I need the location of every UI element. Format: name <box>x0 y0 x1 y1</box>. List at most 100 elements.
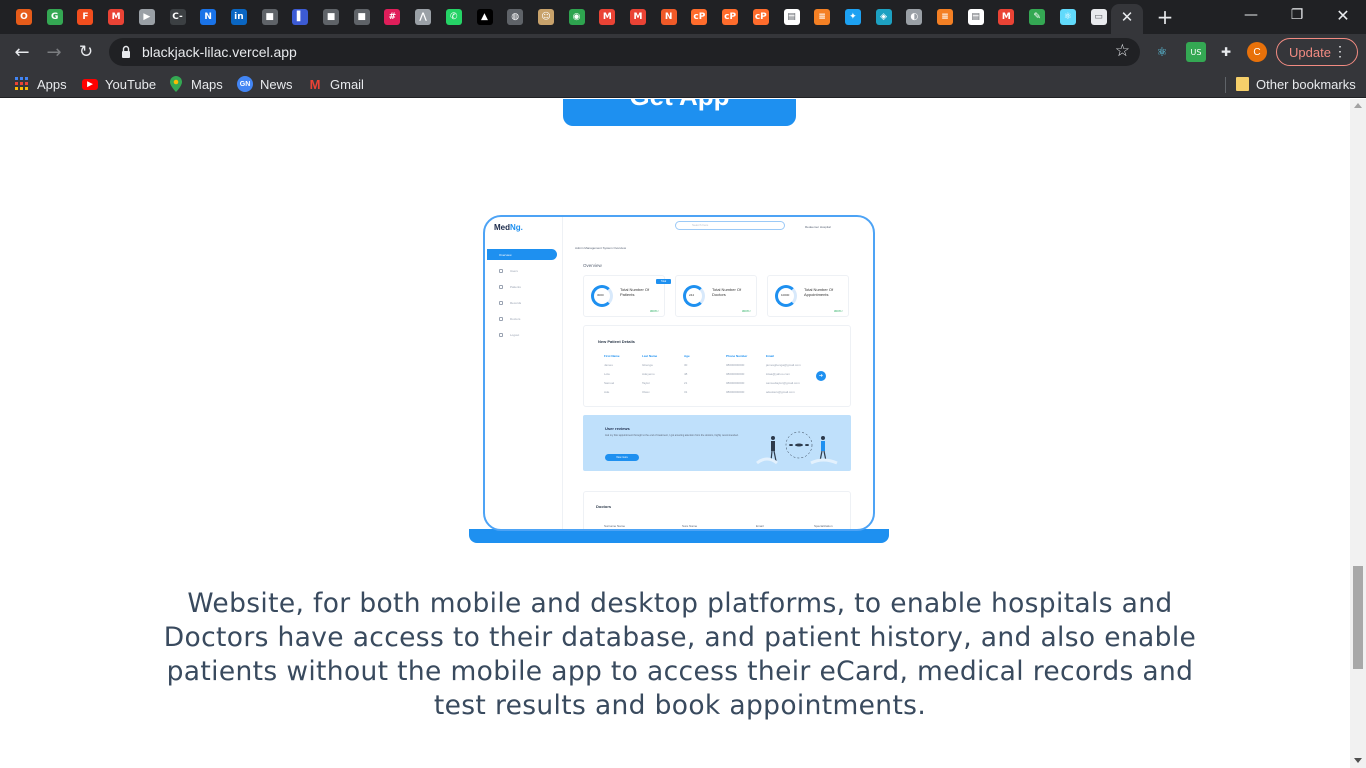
mockup-nav-overview: Overview <box>487 249 557 260</box>
mockup-table-cell: James <box>604 363 613 367</box>
browser-tab[interactable]: ⚛ <box>1057 6 1079 28</box>
browser-tab[interactable]: cP <box>688 6 710 28</box>
browser-tab[interactable]: M <box>596 6 618 28</box>
browser-tab[interactable]: G <box>44 6 66 28</box>
stackoverflow-icon: ≡ <box>814 9 831 25</box>
browser-tab[interactable]: # <box>381 6 403 28</box>
mockup-nav-label: Users <box>510 269 518 273</box>
mockup-overview-title: Overview <box>583 263 602 268</box>
mockup-table-header: Last Name <box>642 354 658 358</box>
browser-tab[interactable]: ◈ <box>873 6 895 28</box>
mockup-stat-label: Total Number Of Doctors <box>712 287 742 297</box>
page-scrollbar[interactable] <box>1350 99 1366 768</box>
minimize-window-button[interactable]: — <box>1228 0 1274 30</box>
maps-pin-icon <box>168 76 184 92</box>
restore-window-button[interactable]: ❐ <box>1274 0 1320 30</box>
mockup-nav-item: Patients <box>499 283 559 291</box>
browser-tab[interactable]: ■ <box>351 6 373 28</box>
browser-tab[interactable]: ☺ <box>535 6 557 28</box>
mockup-stat-label: Total Number Of Appointments <box>804 287 834 297</box>
react-devtools-icon[interactable]: ⚛ <box>1152 42 1172 62</box>
browser-tab[interactable]: C- <box>167 6 189 28</box>
browser-tab[interactable]: ▌ <box>289 6 311 28</box>
bookmark-maps[interactable]: Maps <box>168 75 223 93</box>
address-bar[interactable]: blackjack-lilac.vercel.app ☆ <box>109 38 1140 66</box>
browser-tab[interactable]: M <box>995 6 1017 28</box>
browser-tab[interactable]: N <box>197 6 219 28</box>
new-tab-button[interactable]: + <box>1153 5 1177 29</box>
browser-tab[interactable]: ≡ <box>934 6 956 28</box>
bookmark-label: News <box>260 76 293 92</box>
mockup-nav-icon <box>499 301 503 305</box>
menu-dots-icon[interactable]: ⋮ <box>1333 43 1347 60</box>
browser-tab[interactable]: in <box>228 6 250 28</box>
notion-n-icon: N <box>200 9 217 25</box>
mockup-nav-icon <box>499 269 503 273</box>
profile-avatar[interactable]: C <box>1247 42 1267 62</box>
scrollbar-thumb[interactable] <box>1353 566 1363 669</box>
browser-tab[interactable]: ■ <box>259 6 281 28</box>
globe-icon: ◍ <box>507 9 524 25</box>
mockup-table-cell: Olaxx <box>642 390 650 394</box>
browser-tab[interactable]: ■ <box>320 6 342 28</box>
reload-button[interactable]: ↻ <box>72 38 100 66</box>
mockup-table-cell: 08000000000 <box>726 390 745 394</box>
mockup-banner-button: View more <box>605 454 639 461</box>
scroll-up-arrow-icon[interactable] <box>1354 103 1362 108</box>
get-app-button[interactable]: Get App <box>563 99 796 126</box>
react-icon: ⚛ <box>1059 9 1076 25</box>
bookmark-gmail[interactable]: M Gmail <box>307 75 364 93</box>
browser-tab[interactable]: ◍ <box>504 6 526 28</box>
browser-tab[interactable]: M <box>105 6 127 28</box>
forward-button[interactable]: → <box>40 38 68 66</box>
browser-tab[interactable]: ▶ <box>136 6 158 28</box>
back-button[interactable]: ← <box>8 38 36 66</box>
browser-tab[interactable]: ▤ <box>965 6 987 28</box>
bookmark-youtube[interactable]: ▶ YouTube <box>82 75 156 93</box>
chrome-icon: G <box>46 9 63 25</box>
browser-tab[interactable]: cP <box>719 6 741 28</box>
browser-tab[interactable]: N <box>658 6 680 28</box>
bookmark-star-icon[interactable]: ☆ <box>1115 41 1130 61</box>
mockup-patient-table: New Patient Details ➜ First Name Last Nam… <box>583 325 851 407</box>
browser-tab[interactable]: cP <box>750 6 772 28</box>
browser-tab[interactable]: ✎ <box>1026 6 1048 28</box>
browser-tab[interactable]: ▤ <box>781 6 803 28</box>
close-window-button[interactable]: ✕ <box>1320 0 1366 30</box>
bookmark-other[interactable]: Other bookmarks <box>1236 75 1356 93</box>
mockup-table-title: New Patient Details <box>598 339 635 344</box>
mockup-review-banner: User reviews Ask my Doc appointment thro… <box>583 415 851 471</box>
close-tab-icon[interactable]: ✕ <box>1117 7 1137 27</box>
browser-tab[interactable]: ▭ <box>1088 6 1110 28</box>
browser-tab[interactable]: ◐ <box>903 6 925 28</box>
url-text[interactable]: blackjack-lilac.vercel.app <box>142 44 297 60</box>
browser-tab[interactable]: F <box>74 6 96 28</box>
mockup-stat-value: 3000 <box>597 293 604 297</box>
monkey-icon: ☺ <box>537 9 554 25</box>
leaf-icon: ✎ <box>1029 9 1046 25</box>
mockup-table-cell: 31 <box>684 390 688 394</box>
browser-tab[interactable]: ⋀ <box>412 6 434 28</box>
scroll-down-arrow-icon[interactable] <box>1354 758 1362 763</box>
bookmark-apps[interactable]: Apps <box>14 75 67 93</box>
mockup-table-cell: 30 <box>684 363 688 367</box>
puzzle-extensions-icon[interactable]: ✚ <box>1216 42 1236 62</box>
bookmark-news[interactable]: GN News <box>237 75 293 93</box>
browser-tab[interactable]: O <box>13 6 35 28</box>
youtube-icon: ▶ <box>82 78 98 90</box>
update-button[interactable]: Update ⋮ <box>1276 38 1358 66</box>
vpn-us-icon[interactable]: US <box>1186 42 1206 62</box>
page-content: Get App MedNg. Overview Users Patients Rec… <box>0 99 1350 768</box>
mockup-nav-item: Logout <box>499 331 559 339</box>
browser-tab[interactable]: ▲ <box>474 6 496 28</box>
browser-tab[interactable]: ◉ <box>566 6 588 28</box>
browser-tab[interactable]: ≡ <box>811 6 833 28</box>
mockup-doctors-header: Specialization <box>814 524 833 528</box>
browser-tab[interactable]: ✆ <box>443 6 465 28</box>
mockup-doctors-header: Email <box>756 524 764 528</box>
mockup-doctors-header: Sure Name <box>682 524 698 528</box>
browser-tab[interactable]: M <box>627 6 649 28</box>
mockup-doctors-header: Surname Name <box>604 524 626 528</box>
bookmarks-bar: Apps ▶ YouTube Maps GN News M Gmail Othe… <box>0 70 1366 98</box>
browser-tab[interactable]: ✦ <box>842 6 864 28</box>
